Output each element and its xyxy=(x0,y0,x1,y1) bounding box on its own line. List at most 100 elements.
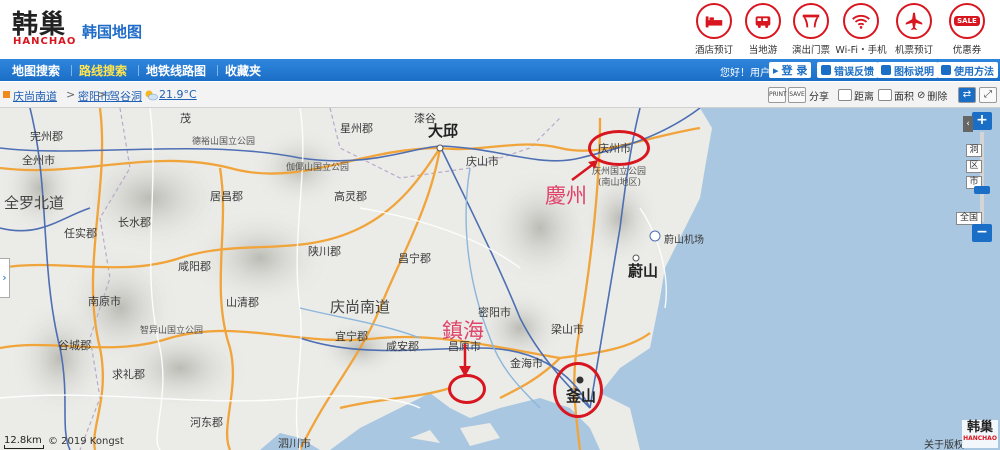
eraser-icon: ⊘ xyxy=(917,89,926,101)
distance-button[interactable]: 距离 xyxy=(838,86,874,104)
service-flights[interactable]: 机票预订 xyxy=(884,3,944,56)
temperature[interactable]: 21.9°C xyxy=(159,88,197,101)
zoom-control: + 洞 区 市 全国 − xyxy=(956,112,994,242)
map-label-county: 完州郡 xyxy=(30,130,63,143)
map-label-city: 庆山市 xyxy=(466,155,499,168)
map-label-city: 全州市 xyxy=(22,154,55,167)
service-wifi[interactable]: Wi-Fi・手机 xyxy=(831,3,891,56)
breadcrumb-separator: > xyxy=(66,88,76,101)
help-icon xyxy=(941,65,951,75)
map-label-park: 智异山国立公园 xyxy=(140,326,204,336)
map-toolbar: 庆尚南道 > 密阳市 > 驾谷洞 21.9°C PRINT SAVE 分享 距离… xyxy=(0,82,1000,108)
map-label-city: 南原市 xyxy=(88,295,121,308)
map-label-county: 宜宁郡 xyxy=(335,330,368,343)
tour-bus-icon xyxy=(745,3,781,39)
service-coupon[interactable]: SALE 优惠券 xyxy=(937,3,997,56)
map-label-airport: 蔚山机场 xyxy=(664,235,704,246)
nav-map-search[interactable]: 地图搜索 xyxy=(12,62,60,79)
map-label-county: 咸阳郡 xyxy=(178,260,211,273)
annotation-arrow-icon xyxy=(571,160,598,181)
map-label-county: 咸安郡 xyxy=(386,340,419,353)
fullscreen-icon[interactable]: ⤢ xyxy=(979,87,997,103)
annotation-arrow-icon xyxy=(459,344,471,377)
main-nav: 地图搜索 路线搜索 地铁线路图 收藏夹 您好！用户 ▸ 登 录 错误反馈 图标说… xyxy=(0,59,1000,81)
legend-button[interactable]: 图标说明 xyxy=(877,62,938,78)
feedback-icon xyxy=(821,65,831,75)
theater-stage-icon xyxy=(793,3,829,39)
map-label-county: 谷城郡 xyxy=(58,339,91,352)
header: 韩巢 HANCHAO 韩国地图 酒店预订 当地游 演出门票 Wi-Fi・手机 机… xyxy=(0,0,1000,58)
share-button[interactable]: 分享 xyxy=(809,86,829,104)
map-label-county: 求礼郡 xyxy=(112,368,145,381)
help-button[interactable]: 使用方法 xyxy=(937,62,998,78)
map-label-county: 漆谷 xyxy=(414,112,436,125)
print-icon[interactable]: PRINT xyxy=(768,87,787,103)
breadcrumb-province[interactable]: 庆尚南道 xyxy=(13,88,57,104)
side-panel-toggle[interactable]: › xyxy=(0,258,10,298)
map-label-county: 陕川郡 xyxy=(308,245,341,258)
chevron-right-icon: ▸ xyxy=(773,63,779,77)
nav-divider xyxy=(71,65,72,76)
map-base-layer xyxy=(0,108,1000,450)
nav-route-search[interactable]: 路线搜索 xyxy=(79,62,127,79)
logo-subtitle: HANCHAO xyxy=(13,36,77,47)
map-label-county: 长水郡 xyxy=(118,216,151,229)
login-button[interactable]: ▸ 登 录 xyxy=(769,62,812,78)
highlight-circle-jinhae xyxy=(448,374,486,404)
hotel-bed-icon xyxy=(696,3,732,39)
map-label-county: 河东郡 xyxy=(190,416,223,429)
map-label-province: 庆尚南道 xyxy=(330,298,391,316)
annotation-gyeongju: 慶州 xyxy=(545,184,587,208)
map-label-county: 居昌郡 xyxy=(210,190,243,203)
page-title[interactable]: 韩国地图 xyxy=(82,21,142,42)
delete-button[interactable]: ⊘ 删除 xyxy=(917,86,947,104)
highlight-circle-busan xyxy=(553,362,603,418)
feedback-button[interactable]: 错误反馈 xyxy=(817,62,878,78)
map-label-county: 星州郡 xyxy=(340,122,373,135)
service-label: 机票预订 xyxy=(894,45,933,56)
sale-coupon-icon: SALE xyxy=(949,3,985,39)
location-marker-icon xyxy=(3,91,10,98)
map-canvas[interactable]: › 大邱 庆山市 庆州市 庆州国立公园 (南山地区) 蔚山机场 蔚山 釜山 梁山… xyxy=(0,108,1000,450)
service-label: Wi-Fi・手机 xyxy=(835,45,887,56)
zoom-out-button[interactable]: − xyxy=(972,224,992,242)
partly-cloudy-icon xyxy=(145,90,158,101)
nav-favorites[interactable]: 收藏夹 xyxy=(225,62,261,79)
map-label-city: 泗川市 xyxy=(278,437,311,450)
map-label-park: 伽倻山国立公园 xyxy=(286,163,350,173)
map-label-province: 全罗北道 xyxy=(4,194,65,212)
map-scale-bar xyxy=(4,445,44,449)
airplane-icon xyxy=(896,3,932,39)
area-button[interactable]: 面积 xyxy=(878,86,914,104)
annotation-jinhae: 鎮海 xyxy=(442,319,484,343)
route-mode-icon[interactable]: ⇄ xyxy=(958,87,976,103)
area-icon xyxy=(878,89,892,101)
ruler-icon xyxy=(838,89,852,101)
map-label-city: 蔚山 xyxy=(628,262,659,280)
map-label-city: 金海市 xyxy=(510,357,543,370)
nav-divider xyxy=(138,65,139,76)
wifi-icon xyxy=(843,3,879,39)
map-label-county: 昌宁郡 xyxy=(398,252,431,265)
watermark-logo: 韩巢 HANCHAO xyxy=(962,420,998,448)
zoom-in-button[interactable]: + xyxy=(972,112,992,130)
save-icon[interactable]: SAVE xyxy=(788,87,806,103)
map-label-county: 山清郡 xyxy=(226,296,259,309)
zoom-level-district[interactable]: 区 xyxy=(966,160,982,173)
user-greeting: 您好！用户 xyxy=(720,68,770,79)
zoom-level-dong[interactable]: 洞 xyxy=(966,144,982,157)
legend-icon xyxy=(881,65,891,75)
nav-subway-map[interactable]: 地铁线路图 xyxy=(146,62,206,79)
map-copyright: © 2019 Kongst xyxy=(48,436,124,447)
map-label-park: (南山地区) xyxy=(598,178,642,188)
collapse-zoom-icon[interactable]: ‹ xyxy=(963,116,973,132)
zoom-slider-handle[interactable] xyxy=(974,186,990,194)
map-label-county: 高灵郡 xyxy=(334,190,367,203)
service-label: 优惠券 xyxy=(952,45,982,56)
nav-divider xyxy=(217,65,218,76)
about-copyright-link[interactable]: 关于版权 xyxy=(924,436,964,450)
breadcrumb-dong[interactable]: 驾谷洞 xyxy=(109,88,142,104)
map-label-city: 梁山市 xyxy=(551,323,584,336)
map-label-county: 任实郡 xyxy=(64,227,97,240)
map-label-county: 茂 xyxy=(180,112,191,125)
